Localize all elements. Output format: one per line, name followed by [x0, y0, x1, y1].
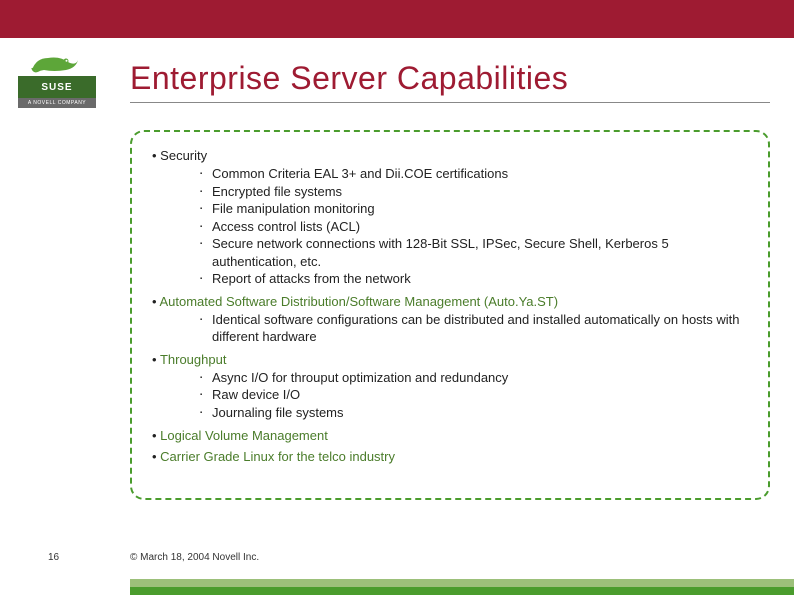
list-item: File manipulation monitoring	[200, 200, 754, 218]
section-heading: Carrier Grade Linux for the telco indust…	[152, 449, 754, 464]
section-label: Security	[160, 148, 207, 163]
footer-bar-dark	[130, 587, 794, 595]
suse-logo: SUSE A NOVELL COMPANY	[18, 52, 96, 104]
copyright: © March 18, 2004 Novell Inc.	[130, 552, 259, 563]
list-item: Identical software configurations can be…	[200, 311, 754, 346]
list-item: Access control lists (ACL)	[200, 218, 754, 236]
section-heading: Security	[152, 148, 754, 163]
title-underline	[130, 102, 770, 103]
list-item: Report of attacks from the network	[200, 270, 754, 288]
chameleon-icon	[30, 52, 80, 74]
section-heading: Logical Volume Management	[152, 428, 754, 443]
section-label: Automated Software Distribution/Software…	[159, 294, 558, 309]
page-number: 16	[48, 552, 59, 563]
list-item: Encrypted file systems	[200, 183, 754, 201]
list-item: Secure network connections with 128-Bit …	[200, 235, 754, 270]
list-item: Common Criteria EAL 3+ and Dii.COE certi…	[200, 165, 754, 183]
section-label: Carrier Grade Linux for the telco indust…	[160, 449, 395, 464]
list-item: Raw device I/O	[200, 386, 754, 404]
section-heading: Automated Software Distribution/Software…	[152, 294, 754, 309]
brand-text: SUSE	[41, 82, 72, 93]
brand-subline: A NOVELL COMPANY	[18, 98, 96, 108]
sub-list: Common Criteria EAL 3+ and Dii.COE certi…	[200, 165, 754, 288]
sub-list: Identical software configurations can be…	[200, 311, 754, 346]
suse-brand-stripe: SUSE	[18, 76, 96, 98]
page-title: Enterprise Server Capabilities	[130, 60, 568, 97]
section-heading: Throughput	[152, 352, 754, 367]
sub-list: Async I/O for throuput optimization and …	[200, 369, 754, 422]
list-item: Async I/O for throuput optimization and …	[200, 369, 754, 387]
top-bar	[0, 0, 794, 38]
content-box: Security Common Criteria EAL 3+ and Dii.C…	[130, 130, 770, 500]
section-label: Logical Volume Management	[160, 428, 328, 443]
section-label: Throughput	[160, 352, 227, 367]
list-item: Journaling file systems	[200, 404, 754, 422]
